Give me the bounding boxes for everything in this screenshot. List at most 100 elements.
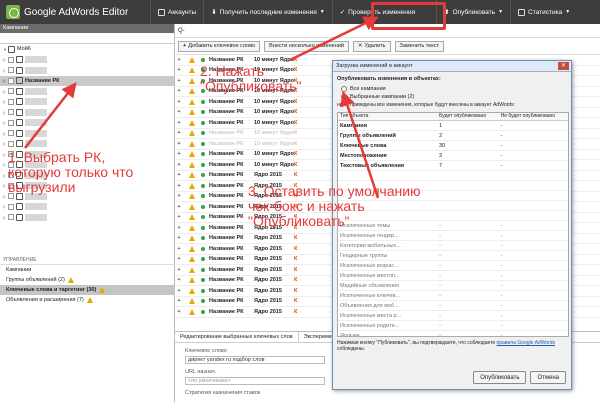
checkbox[interactable]	[8, 140, 14, 147]
campaign-icon	[16, 203, 23, 211]
tree-item[interactable]: ▷	[0, 97, 174, 108]
get-changes-button[interactable]: ⬇ Получить последние изменения ▼	[203, 0, 332, 24]
changes-row: Гендерные группы - -	[338, 251, 568, 261]
blurred-campaign-name	[25, 129, 47, 137]
tree-item[interactable]: ▷	[0, 86, 174, 97]
dialog-footnote: Нажимая кнопку "Публиковать", вы подтвер…	[337, 340, 556, 352]
campaign-icon	[16, 119, 23, 127]
delete-button[interactable]: ✕ Удалить	[352, 40, 391, 52]
checkbox[interactable]	[8, 109, 14, 116]
tree-item[interactable]: ▷	[0, 65, 174, 76]
changes-cell-type: Ключевые слова	[340, 142, 387, 149]
radio-all-campaigns[interactable]: Все кампании	[341, 86, 567, 92]
manage-section: УПРАВЛЕНИЕ Кампании Группы объявлений (2)…	[0, 256, 175, 305]
publish-button[interactable]: ⬆ Опубликовать ▼	[436, 0, 510, 24]
checkbox[interactable]	[8, 98, 14, 105]
warning-icon	[188, 224, 195, 231]
warning-icon	[188, 203, 195, 210]
status-dot-icon	[197, 141, 209, 146]
adwords-policy-link[interactable]: правила Google AdWords	[497, 340, 556, 346]
tree-item[interactable]: ▷	[0, 212, 174, 223]
plus-icon: +	[177, 140, 181, 147]
changes-row: Исключенные ключев... - -	[338, 291, 568, 301]
keyword-input[interactable]: директ yandex ru подбор слов	[185, 356, 325, 364]
account-icon	[8, 45, 15, 53]
warning-icon	[183, 119, 197, 126]
warning-icon	[183, 182, 197, 189]
warning-icon	[67, 277, 74, 283]
changes-cell-pub: -	[439, 242, 441, 249]
changes-cell-pub: 2	[439, 152, 443, 159]
close-icon[interactable]: ✕	[558, 62, 569, 70]
manage-item-label: Ключевые слова и таргетинг (30)	[6, 287, 97, 293]
changes-cell-unpub: -	[500, 252, 503, 259]
campaign-icon	[16, 77, 23, 85]
checkbox[interactable]	[8, 203, 14, 210]
dialog-titlebar: Загрузка изменений в аккаунт ✕	[333, 61, 571, 72]
changes-cell-unpub: -	[500, 162, 503, 169]
checkbox[interactable]	[8, 67, 14, 74]
changes-cell-unpub: -	[500, 152, 503, 159]
warning-icon	[183, 277, 197, 284]
checkbox[interactable]	[8, 119, 14, 126]
check-icon: ✓	[339, 9, 346, 16]
warning-icon	[183, 67, 197, 74]
plus-icon: +	[177, 161, 181, 168]
radio-selected-campaigns[interactable]: Выбранные кампании (2)	[341, 94, 567, 100]
status-dot-icon	[197, 183, 209, 188]
changes-cell-type: Исключенные родите...	[340, 322, 400, 329]
plus-icon: +	[177, 266, 181, 273]
plus-icon: +	[177, 277, 181, 284]
checkbox[interactable]	[8, 88, 14, 95]
tree-item[interactable]: ▷	[0, 202, 174, 213]
tree-item[interactable]: ▷ Название РК	[0, 75, 174, 86]
manage-item[interactable]: Группы объявлений (2)	[0, 275, 175, 285]
chevron-down-icon: ▼	[319, 9, 325, 15]
url-input[interactable]: <по умолчанию>	[185, 377, 325, 385]
tree-item[interactable]: ▷	[0, 139, 174, 150]
changes-cell-pub: -	[439, 302, 441, 309]
replace-text-button[interactable]: Заменить текст	[394, 40, 445, 52]
accounts-button[interactable]: Аккаунты	[150, 0, 203, 24]
tree-item[interactable]: ▼ Мой6	[0, 44, 174, 55]
dialog-cancel-button[interactable]: Отмена	[530, 371, 566, 384]
cell-c2: 10 минут Ядро	[254, 151, 294, 158]
plus-icon: +	[177, 298, 181, 305]
manage-item[interactable]: Кампании	[0, 265, 175, 275]
stats-button[interactable]: Статистика ▼	[510, 0, 577, 24]
campaign-icon	[16, 87, 23, 95]
checkbox[interactable]	[8, 77, 14, 84]
checkbox[interactable]	[8, 130, 14, 137]
changes-row: Исключенные места р... - -	[338, 311, 568, 321]
cell-c1: Название РК	[209, 235, 244, 242]
tree-item[interactable]: ▷	[0, 55, 174, 66]
tree-item[interactable]: ▷	[0, 128, 174, 139]
manage-item[interactable]: Ключевые слова и таргетинг (30)	[0, 285, 175, 295]
plus-icon: +	[177, 287, 181, 294]
changes-cell-pub: -	[439, 272, 441, 279]
dialog-note: ниже приведены все изменения, которые бу…	[337, 102, 515, 108]
cell-c1: Название РК	[209, 151, 244, 158]
blurred-campaign-name	[25, 213, 47, 221]
tab-edit-keywords[interactable]: Редактирование выбранных ключевых слов	[175, 332, 299, 342]
changes-cell-pub: -	[439, 322, 441, 329]
manage-item[interactable]: Объявления и расширения (7)	[0, 295, 175, 305]
checkbox[interactable]	[8, 56, 14, 63]
dialog-publish-button[interactable]: Опубликовать	[473, 371, 527, 384]
tree-item[interactable]: ▷	[0, 107, 174, 118]
checkbox[interactable]	[8, 214, 14, 221]
tree-item[interactable]: ▷	[0, 118, 174, 129]
add-multiple-button[interactable]: Внести несколько изменений	[264, 40, 349, 52]
top-toolbar: Google AdWords Editor Аккаунты ⬇ Получит…	[0, 0, 600, 24]
changes-row: Категории мобильных... - -	[338, 241, 568, 251]
cell-c2: Ядро 2015	[254, 235, 282, 242]
tree-search-input[interactable]	[0, 33, 174, 44]
campaign-icon	[16, 66, 23, 74]
status-dot-icon	[197, 225, 209, 230]
app-logo: Google AdWords Editor	[0, 0, 150, 24]
cell-c3: К	[294, 98, 298, 105]
changes-cell-type: Исключенные места р...	[340, 312, 402, 319]
add-keyword-button[interactable]: + Добавить ключевое слово	[178, 40, 261, 52]
cell-c2: Ядро 2015	[254, 298, 282, 305]
warning-icon	[183, 235, 197, 242]
